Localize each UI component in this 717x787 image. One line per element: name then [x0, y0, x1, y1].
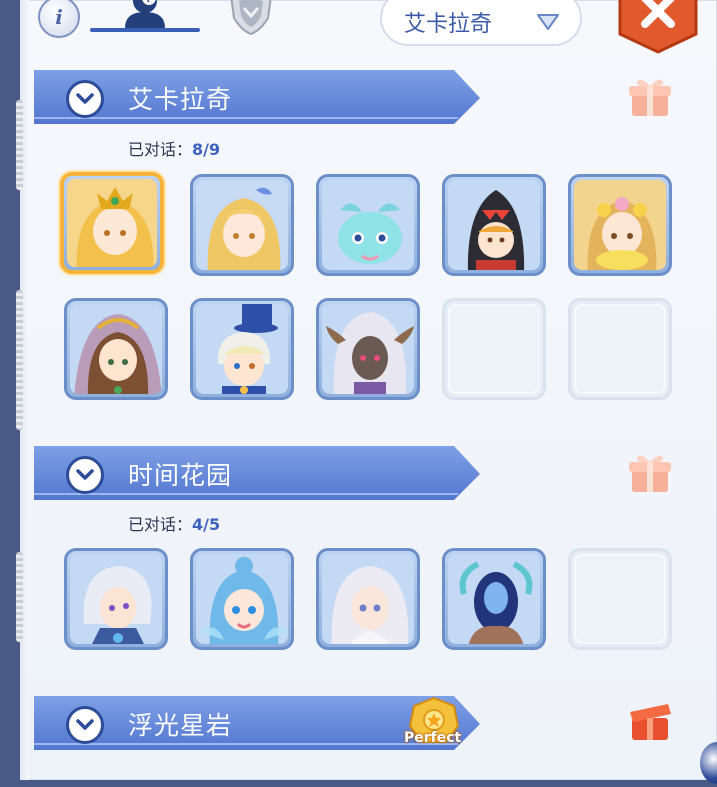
npc-card-cyan-axolotl-spirit[interactable] — [316, 174, 420, 276]
scroll-rail — [16, 100, 23, 190]
npc-card-blonde-fairy[interactable] — [190, 174, 294, 276]
npc-card-white-haired-warrior[interactable] — [64, 548, 168, 650]
shield-icon — [230, 0, 272, 36]
npc-card-blue-haired-fairy[interactable] — [190, 548, 294, 650]
gift-box-icon[interactable] — [624, 74, 676, 120]
scroll-rail — [16, 552, 23, 642]
npc-card-empty-slot — [442, 298, 546, 400]
info-icon[interactable]: i — [38, 0, 80, 38]
dialogue-progress: 已对话：8/9 — [128, 136, 220, 160]
scroll-rail — [16, 290, 23, 430]
npc-portrait — [196, 554, 288, 644]
npc-card-veiled-brown-hair-girl[interactable] — [64, 298, 168, 400]
npc-card-silver-haired-elf[interactable] — [316, 548, 420, 650]
npc-card-masked-guardian[interactable] — [442, 548, 546, 650]
npc-portrait — [448, 554, 540, 644]
progress-label: 已对话： — [128, 140, 193, 159]
person-icon: ! — [125, 0, 165, 28]
npc-card-golden-crowned-elf[interactable] — [60, 172, 164, 274]
tab-faction[interactable] — [228, 0, 274, 36]
section-header[interactable]: 时间花园 — [34, 444, 482, 502]
close-icon — [618, 0, 698, 54]
npc-card-empty-slot — [568, 548, 672, 650]
tab-npc[interactable]: ! — [90, 0, 200, 44]
section-title: 浮光星岩 — [128, 711, 233, 740]
dialogue-progress: 已对话：4/5 — [128, 511, 220, 535]
open-gift-box-icon[interactable] — [624, 698, 676, 744]
close-button[interactable] — [616, 0, 700, 54]
collapse-chevron-icon — [66, 706, 104, 744]
npc-card-empty-slot — [568, 298, 672, 400]
npc-portrait — [574, 180, 666, 270]
region-select[interactable]: 艾卡拉奇 — [380, 0, 582, 46]
npc-portrait — [196, 304, 288, 394]
npc-portrait — [70, 554, 162, 644]
npc-portrait — [67, 179, 157, 267]
npc-card-penguin-hood-kid[interactable] — [442, 174, 546, 276]
npc-portrait — [322, 304, 414, 394]
progress-value: 8/9 — [192, 140, 221, 159]
top-bar: i ! 艾卡拉奇 — [20, 0, 717, 58]
npc-portrait — [196, 180, 288, 270]
section-header[interactable]: 艾卡拉奇 — [34, 68, 482, 126]
progress-value: 4/5 — [192, 515, 221, 534]
collapse-chevron-icon — [66, 456, 104, 494]
chevron-down-icon — [537, 14, 559, 30]
perfect-label: Perfect — [404, 730, 462, 746]
active-tab-indicator — [90, 28, 200, 32]
npc-card-white-haired-dark-elf[interactable] — [316, 298, 420, 400]
gift-box-icon[interactable] — [624, 450, 676, 496]
svg-text:!: ! — [146, 0, 151, 5]
npc-portrait — [70, 304, 162, 394]
section-title: 艾卡拉奇 — [128, 85, 233, 114]
section-title: 时间花园 — [128, 461, 233, 490]
progress-label: 已对话： — [128, 515, 193, 534]
info-glyph: i — [55, 5, 63, 29]
region-select-value: 艾卡拉奇 — [404, 12, 493, 37]
collapse-chevron-icon — [66, 80, 104, 118]
npc-portrait — [448, 180, 540, 270]
npc-card-top-hat-boy[interactable] — [190, 298, 294, 400]
npc-card-flower-crown-girl[interactable] — [568, 174, 672, 276]
npc-portrait — [322, 554, 414, 644]
npc-portrait — [322, 180, 414, 270]
perfect-badge: Perfect — [402, 696, 466, 752]
